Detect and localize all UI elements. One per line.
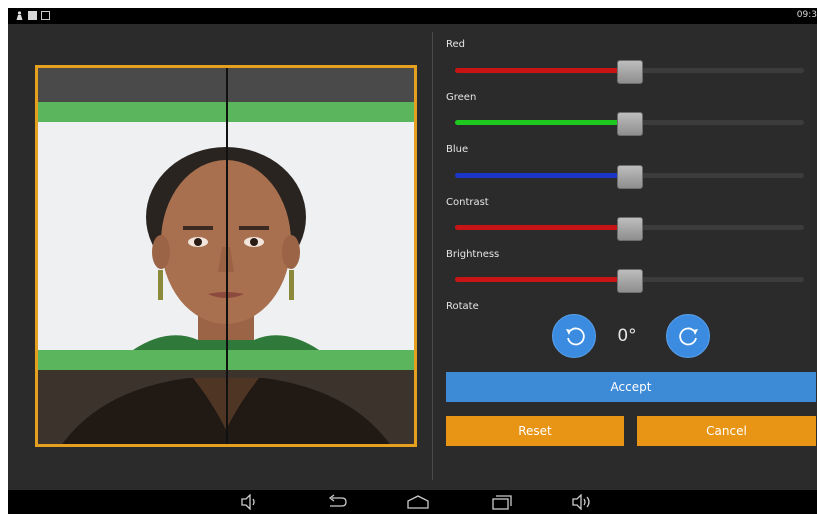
- vertical-center-guide: [226, 68, 228, 444]
- back-icon[interactable]: [326, 494, 348, 510]
- contrast-slider-label: Contrast: [446, 197, 489, 208]
- red-slider-label: Red: [446, 39, 465, 50]
- reset-button[interactable]: Reset: [446, 416, 624, 446]
- image-icon: [41, 11, 50, 20]
- recent-apps-icon[interactable]: [490, 494, 512, 510]
- slider-fill: [455, 120, 630, 125]
- rotate-left-icon: [566, 327, 585, 346]
- slider-thumb[interactable]: [616, 269, 643, 293]
- slider-thumb[interactable]: [616, 165, 643, 189]
- slider-fill: [455, 173, 630, 178]
- slider-thumb[interactable]: [616, 60, 643, 84]
- blue-slider-label: Blue: [446, 144, 469, 155]
- contrast-slider[interactable]: [455, 217, 804, 241]
- green-slider-label: Green: [446, 92, 477, 103]
- brightness-slider-label: Brightness: [446, 249, 500, 260]
- photo-crop-frame[interactable]: [35, 65, 417, 447]
- rotate-right-icon: [679, 327, 698, 346]
- volume-down-icon[interactable]: [240, 494, 258, 510]
- slider-thumb[interactable]: [616, 112, 643, 136]
- clock: 09:3: [796, 10, 817, 20]
- mail-icon: [28, 11, 37, 20]
- volume-up-icon[interactable]: [571, 494, 593, 510]
- slider-thumb[interactable]: [616, 217, 643, 241]
- status-bar: 09:3: [8, 8, 817, 24]
- blue-slider[interactable]: [455, 165, 804, 189]
- slider-fill: [455, 277, 630, 282]
- brightness-slider[interactable]: [455, 269, 804, 293]
- rotate-left-button[interactable]: [552, 314, 596, 358]
- home-icon[interactable]: [406, 494, 430, 510]
- green-slider[interactable]: [455, 112, 804, 136]
- rotation-value: 0°: [617, 326, 637, 346]
- slider-fill: [455, 225, 630, 230]
- slider-fill: [455, 68, 630, 73]
- red-slider[interactable]: [455, 60, 804, 84]
- person-icon: [16, 11, 23, 20]
- panel-divider: [432, 32, 433, 480]
- cancel-button[interactable]: Cancel: [637, 416, 816, 446]
- app-screen: 09:3 Red Green Blue Contrast Brightness …: [8, 8, 817, 514]
- accept-button[interactable]: Accept: [446, 372, 816, 402]
- navigation-bar: [8, 490, 817, 514]
- rotate-right-button[interactable]: [666, 314, 710, 358]
- rotate-label: Rotate: [446, 301, 479, 312]
